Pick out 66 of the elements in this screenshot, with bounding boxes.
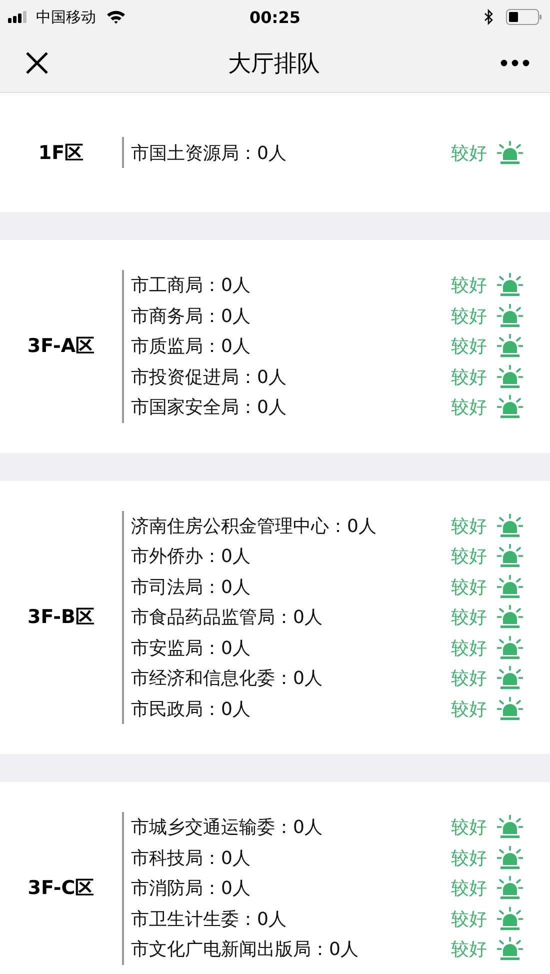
- queue-status: 较好: [451, 366, 487, 389]
- siren-icon: [497, 846, 523, 870]
- office-queue: 市消防局：0人: [131, 877, 252, 900]
- page-title: 大厅排队: [228, 50, 320, 78]
- office-queue: 市质监局：0人: [131, 335, 252, 358]
- office-queue: 市卫生计生委：0人: [131, 908, 288, 931]
- siren-icon: [497, 364, 523, 389]
- queue-status: 较好: [451, 667, 487, 690]
- siren-icon: [497, 605, 523, 630]
- office-queue: 市文化广电新闻出版局：0人: [131, 938, 360, 962]
- siren-icon: [497, 574, 523, 599]
- siren-icon: [497, 636, 523, 660]
- queue-status: 较好: [451, 304, 487, 328]
- office-queue: 市科技局：0人: [131, 846, 252, 870]
- siren-icon: [497, 140, 523, 164]
- clock-time: 00:25: [248, 8, 302, 26]
- siren-icon: [497, 334, 523, 358]
- office-queue: 市外侨办：0人: [131, 545, 252, 568]
- close-icon[interactable]: [26, 52, 48, 74]
- zone-name: 1F区: [37, 140, 85, 166]
- office-queue: 济南住房公积金管理中心：0人: [131, 514, 378, 538]
- bluetooth-icon: [484, 9, 494, 25]
- queue-status: 较好: [451, 606, 487, 630]
- siren-icon: [497, 815, 523, 840]
- queue-status: 较好: [451, 576, 487, 599]
- office-queue: 市工商局：0人: [131, 274, 252, 298]
- office-queue: 市安监局：0人: [131, 636, 252, 660]
- office-queue: 市司法局：0人: [131, 576, 252, 599]
- wifi-icon: [106, 10, 126, 24]
- siren-icon: [497, 876, 523, 900]
- office-queue: 市国土资源局：0人: [131, 142, 288, 164]
- siren-icon: [497, 666, 523, 690]
- siren-icon: [497, 395, 523, 420]
- zone-name: 3F-A区: [26, 334, 96, 360]
- office-queue: 市城乡交通运输委：0人: [131, 816, 324, 840]
- office-queue: 市经济和信息化委：0人: [131, 667, 324, 690]
- office-queue: 市商务局：0人: [131, 304, 252, 328]
- siren-icon: [497, 696, 523, 721]
- queue-status: 较好: [451, 938, 487, 962]
- more-icon[interactable]: [500, 59, 530, 67]
- siren-icon: [497, 304, 523, 328]
- office-queue: 市食品药品监管局：0人: [131, 606, 324, 630]
- queue-status: 较好: [451, 908, 487, 931]
- queue-status: 较好: [451, 514, 487, 538]
- zone-name: 3F-B区: [26, 605, 96, 630]
- battery-icon: [506, 9, 542, 25]
- siren-icon: [497, 937, 523, 962]
- siren-icon: [497, 906, 523, 931]
- queue-status: 较好: [451, 335, 487, 358]
- queue-status: 较好: [451, 274, 487, 298]
- queue-status: 较好: [451, 877, 487, 900]
- siren-icon: [497, 544, 523, 568]
- office-queue: 市民政局：0人: [131, 698, 252, 721]
- queue-status: 较好: [451, 545, 487, 568]
- siren-icon: [497, 514, 523, 538]
- zone-name: 3F-C区: [26, 876, 96, 902]
- siren-icon: [497, 273, 523, 298]
- queue-status: 较好: [451, 846, 487, 870]
- queue-status: 较好: [451, 698, 487, 721]
- queue-status: 较好: [451, 396, 487, 420]
- carrier-name: 中国移动: [36, 8, 96, 26]
- queue-status: 较好: [451, 636, 487, 660]
- queue-status: 较好: [451, 142, 487, 164]
- office-queue: 市国家安全局：0人: [131, 396, 288, 420]
- office-queue: 市投资促进局：0人: [131, 366, 288, 389]
- queue-status: 较好: [451, 816, 487, 840]
